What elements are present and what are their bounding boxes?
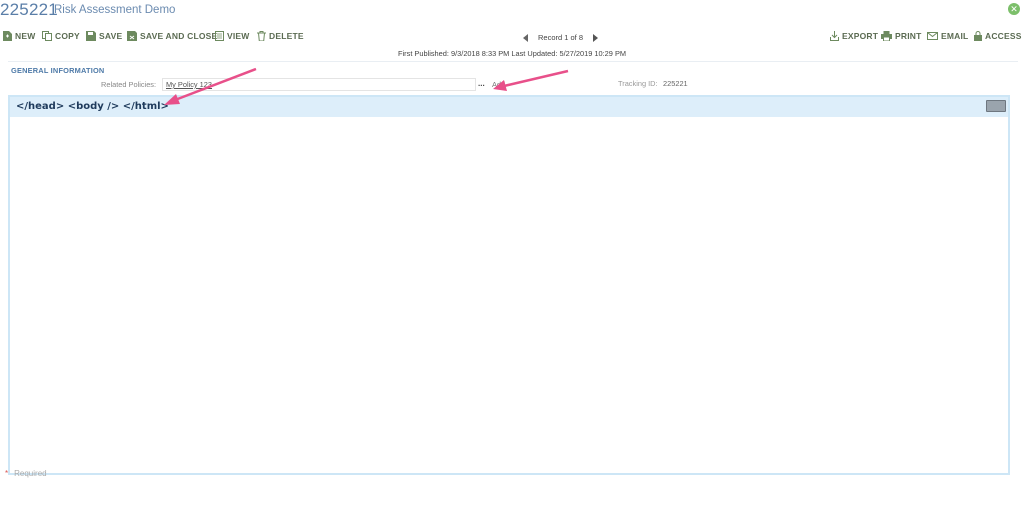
print-button[interactable]: PRINT — [881, 31, 922, 41]
email-button[interactable]: EMAIL — [927, 31, 968, 41]
printer-icon — [881, 31, 892, 41]
panel-title: </head> <body /> </html> — [16, 101, 169, 112]
trash-icon — [257, 31, 266, 41]
save-and-close-label: SAVE AND CLOSE — [140, 31, 218, 41]
access-label: ACCESS — [985, 31, 1022, 41]
panel-toggle-icon[interactable] — [986, 100, 1006, 112]
save-button[interactable]: SAVE — [86, 31, 122, 41]
export-icon — [830, 31, 839, 41]
divider — [8, 61, 1018, 62]
record-id: 225221 — [0, 0, 58, 19]
previous-record-icon[interactable] — [523, 33, 528, 42]
save-close-icon — [127, 31, 137, 41]
lock-icon — [974, 31, 982, 41]
record-pager: Record 1 of 8 — [523, 33, 599, 42]
next-record-icon[interactable] — [593, 33, 599, 42]
view-button[interactable]: VIEW — [215, 31, 250, 41]
new-document-icon — [3, 31, 12, 41]
section-title: GENERAL INFORMATION — [11, 66, 105, 75]
view-icon — [215, 31, 224, 41]
copy-icon — [42, 31, 52, 41]
save-label: SAVE — [99, 31, 123, 41]
save-icon — [86, 31, 96, 41]
access-button[interactable]: ACCESS — [974, 31, 1022, 41]
export-button[interactable]: EXPORT — [830, 31, 878, 41]
view-label: VIEW — [227, 31, 250, 41]
export-label: EXPORT — [842, 31, 879, 41]
panel-header: </head> <body /> </html> — [10, 97, 1008, 117]
add-link[interactable]: Add — [492, 80, 505, 89]
save-and-close-button[interactable]: SAVE AND CLOSE — [127, 31, 217, 41]
toolbar: NEW COPY SAVE SAVE AND CLOSE VIEW DELETE… — [0, 28, 1024, 46]
copy-label: COPY — [55, 31, 80, 41]
new-button[interactable]: NEW — [3, 31, 35, 41]
tracking-id-value: 225221 — [663, 79, 688, 88]
title-bar: 225221 Risk Assessment Demo ✕ — [0, 0, 1024, 22]
related-policies-field[interactable]: My Policy 123 — [162, 78, 476, 91]
tracking-id-label: Tracking ID: — [618, 79, 658, 88]
copy-button[interactable]: COPY — [42, 31, 80, 41]
required-note: * Required — [5, 469, 47, 478]
content-panel: </head> <body /> </html> — [8, 95, 1010, 475]
related-policy-link[interactable]: My Policy 123 — [166, 80, 212, 89]
delete-button[interactable]: DELETE — [257, 31, 304, 41]
delete-label: DELETE — [269, 31, 304, 41]
new-label: NEW — [15, 31, 36, 41]
record-position: Record 1 of 8 — [538, 33, 584, 42]
required-star: * — [5, 469, 9, 478]
close-circle-icon[interactable]: ✕ — [1008, 3, 1020, 15]
lookup-button[interactable]: ... — [478, 79, 485, 88]
email-label: EMAIL — [941, 31, 969, 41]
envelope-icon — [927, 32, 938, 40]
required-text: Required — [14, 469, 47, 478]
print-label: PRINT — [895, 31, 922, 41]
publish-info: First Published: 9/3/2018 8:33 PM Last U… — [398, 49, 627, 58]
app-name: Risk Assessment Demo — [54, 4, 176, 16]
related-policies-label: Related Policies: — [101, 80, 157, 89]
